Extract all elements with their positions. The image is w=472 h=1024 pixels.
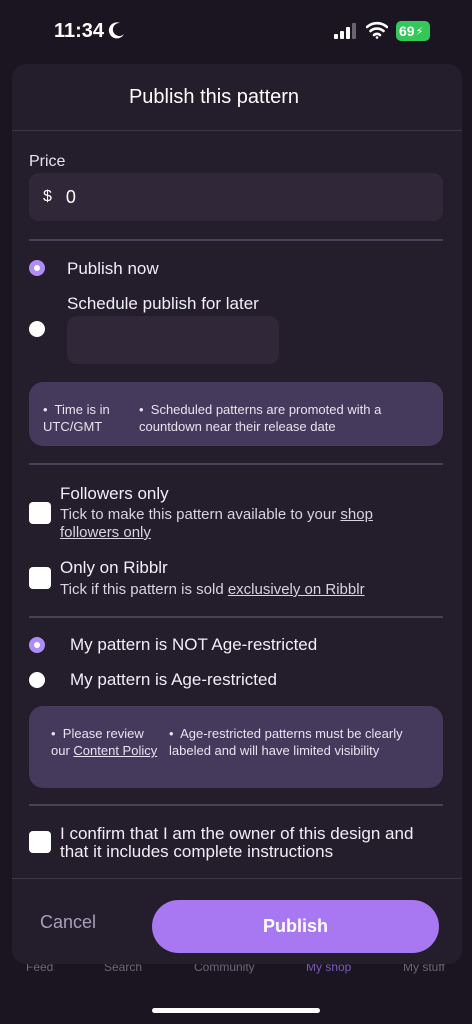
cellular-signal-icon: [334, 23, 356, 39]
followers-only-title: Followers only: [60, 484, 169, 503]
followers-only-description: Tick to make this pattern available to y…: [60, 506, 373, 541]
schedule-later-label: Schedule publish for later: [67, 294, 259, 313]
schedule-info-box: • Time is in UTC/GMT • Scheduled pattern…: [29, 382, 443, 446]
content-policy-link[interactable]: Content Policy: [73, 743, 157, 758]
exclusively-on-ribblr-link[interactable]: exclusively on Ribblr: [228, 581, 365, 598]
info-bullet-content-policy: • Please review our Content Policy: [51, 726, 158, 758]
info-bullet-age-restricted: • Age-restricted patterns must be clearl…: [169, 726, 403, 758]
not-age-restricted-label: My pattern is NOT Age-restricted: [70, 635, 318, 654]
price-label: Price: [29, 153, 66, 170]
footer-divider: [12, 878, 462, 879]
info-bullet-timezone: • Time is in UTC/GMT: [43, 402, 110, 434]
not-age-restricted-radio[interactable]: [29, 637, 45, 653]
price-input[interactable]: [65, 186, 366, 208]
battery-level: 69: [399, 23, 415, 39]
followers-only-checkbox[interactable]: [29, 502, 51, 524]
confirm-owner-checkbox[interactable]: [29, 831, 51, 853]
age-restricted-radio[interactable]: [29, 672, 45, 688]
sheet-title: Publish this pattern: [128, 86, 300, 108]
only-on-ribblr-checkbox[interactable]: [29, 567, 51, 589]
home-indicator: [152, 1008, 320, 1013]
wifi-icon: [366, 21, 388, 39]
publish-now-label: Publish now: [67, 259, 159, 278]
currency-symbol: $: [43, 188, 52, 205]
only-on-ribblr-description: Tick if this pattern is sold exclusively…: [60, 581, 365, 598]
section-divider: [29, 804, 443, 806]
status-bar: 11:34 69 ⚡: [0, 0, 472, 64]
schedule-later-radio[interactable]: [29, 321, 45, 337]
section-divider: [29, 616, 443, 618]
schedule-time-field[interactable]: [67, 316, 279, 364]
header-divider: [12, 130, 462, 131]
charging-bolt-icon: ⚡: [415, 25, 424, 38]
publish-button[interactable]: Publish: [152, 900, 439, 953]
confirm-owner-text: I confirm that I am the owner of this de…: [60, 824, 414, 861]
price-field[interactable]: $: [29, 173, 443, 221]
info-bullet-countdown: • Scheduled patterns are promoted with a…: [139, 402, 382, 434]
only-on-ribblr-title: Only on Ribblr: [60, 558, 168, 577]
section-divider: [29, 239, 443, 241]
moon-icon: [108, 22, 124, 39]
age-restricted-label: My pattern is Age-restricted: [70, 670, 277, 689]
age-info-box: • Please review our Content Policy • Age…: [29, 706, 443, 788]
cancel-button[interactable]: Cancel: [40, 912, 96, 933]
status-time: 11:34: [54, 20, 105, 42]
battery-indicator: 69 ⚡: [396, 21, 430, 41]
section-divider: [29, 463, 443, 465]
publish-now-radio[interactable]: [29, 260, 45, 276]
